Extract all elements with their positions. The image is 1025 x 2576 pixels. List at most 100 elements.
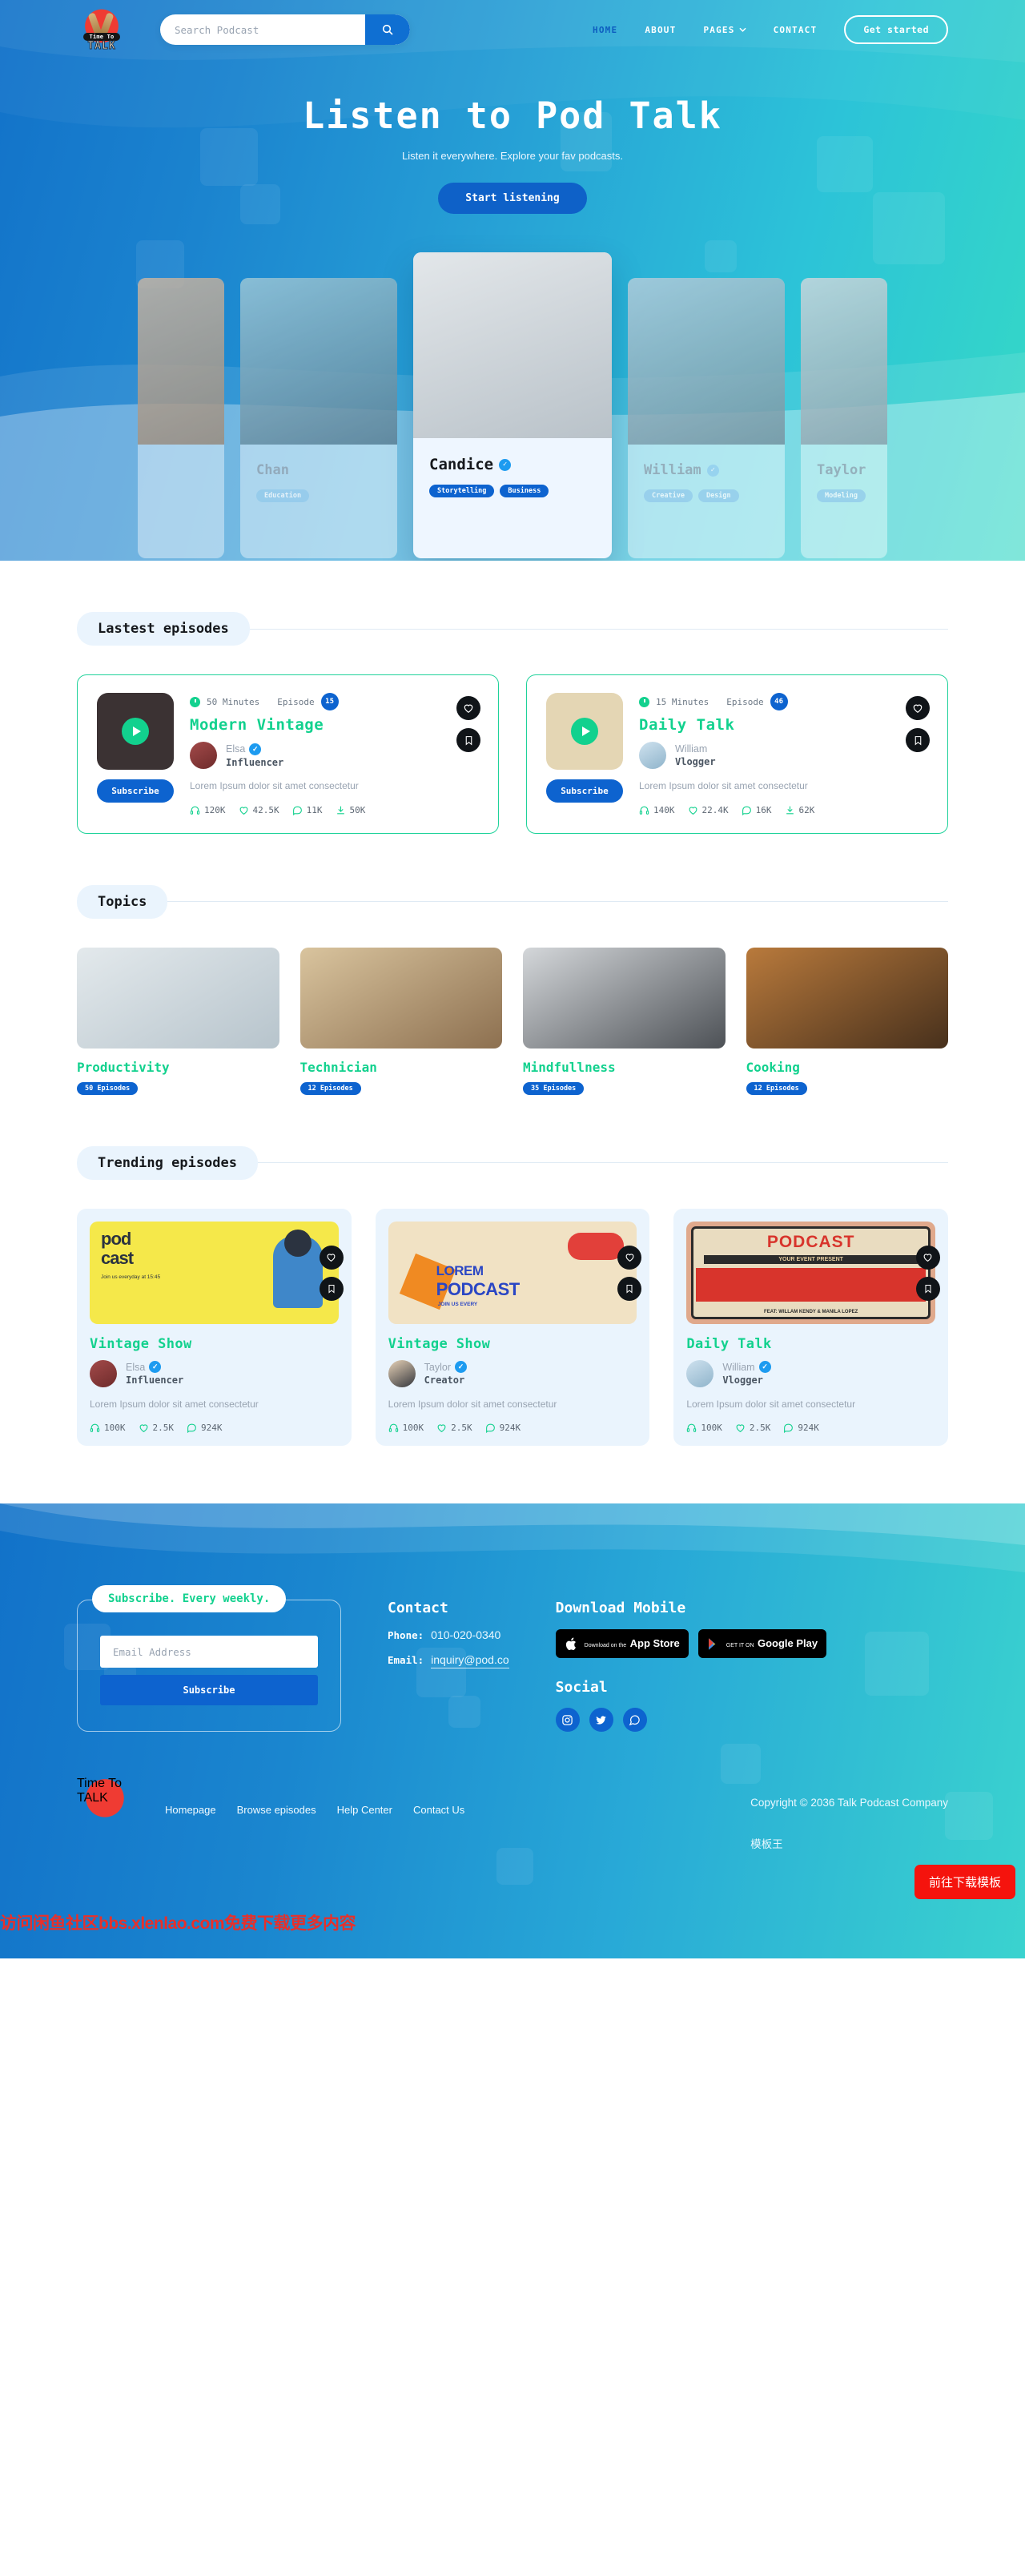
stat-value: 100K [104,1423,126,1434]
newsletter-box: Subscribe. Every weekly. Subscribe [77,1585,341,1733]
bookmark-button[interactable] [456,728,480,752]
heart-icon [924,1254,932,1262]
topic-name: Cooking [746,1059,800,1075]
like-button[interactable] [617,1245,642,1270]
tag[interactable]: Business [500,485,549,497]
episode-label: Episode [277,696,315,707]
like-button[interactable] [319,1245,344,1270]
stat-value: 2.5K [749,1423,771,1434]
trending-title[interactable]: Vintage Show [90,1336,339,1352]
episode-card[interactable]: Subscribe 50 Minutes Episode 15 Modern V… [77,674,499,834]
episode-description: Lorem Ipsum dolor sit amet consectetur [639,780,808,791]
episode-title[interactable]: Modern Vintage [190,716,479,734]
author-role: Influencer [226,756,284,768]
footer-contact-column: Contact Phone: 010-020-0340 Email: inqui… [388,1600,509,1732]
search-bar[interactable] [160,14,410,45]
episode-left: Subscribe [546,693,623,815]
social-twitter[interactable] [589,1708,613,1733]
nav-item-pages[interactable]: PAGES [703,25,746,35]
newsletter-subscribe-button[interactable]: Subscribe [100,1675,318,1706]
logo[interactable]: Time To TALK [77,7,127,53]
trending-card[interactable]: LOREM PODCAST JOIN US EVERY Vintage Show… [375,1208,650,1447]
app-store-button[interactable]: Download on the App Store [555,1629,689,1659]
nav-item-home[interactable]: HOME [593,25,617,35]
podcaster-photo [413,252,612,438]
nav-item-about[interactable]: ABOUT [645,25,676,35]
clock-icon [190,696,200,707]
section-title: Trending episodes [77,1145,258,1180]
trending-card[interactable]: pod cast Join us everyday at 15:45 Vinta… [77,1208,352,1447]
search-button[interactable] [365,14,410,45]
author-name-row: Taylor ✓ [424,1361,467,1374]
podcaster-card-taylor[interactable]: Taylor Modeling [801,278,887,558]
section-header: Lastest episodes [77,612,948,646]
subscribe-button[interactable]: Subscribe [97,779,174,803]
author-name: Elsa [126,1361,146,1373]
topic-card[interactable]: Cooking 12 Episodes [746,947,948,1095]
search-input[interactable] [160,14,365,45]
podcaster-card-william[interactable]: William ✓ Creative Design [628,278,785,558]
stat-value: 924K [798,1423,819,1434]
topic-image [299,947,502,1049]
email-value[interactable]: inquiry@pod.co [431,1653,509,1669]
subscribe-button[interactable]: Subscribe [546,779,623,803]
tag[interactable]: Design [697,489,739,502]
nav-item-contact[interactable]: CONTACT [774,25,818,35]
trending-card[interactable]: PODCAST YOUR EVENT PRESENT FEAT: WILLAM … [673,1208,948,1447]
social-whatsapp[interactable] [622,1708,647,1733]
google-play-button[interactable]: GET IT ON Google Play [697,1629,827,1659]
bookmark-icon [328,1284,335,1294]
bookmark-button[interactable] [915,1276,940,1301]
search-icon [382,24,393,35]
contact-title: Contact [388,1600,448,1617]
phone-value[interactable]: 010-020-0340 [431,1628,500,1641]
episode-description: Lorem Ipsum dolor sit amet consectetur [190,780,359,791]
trending-title[interactable]: Vintage Show [388,1336,637,1352]
bookmark-button[interactable] [319,1276,344,1301]
play-icon[interactable] [571,718,598,745]
social-instagram[interactable] [555,1708,580,1733]
tag[interactable]: Modeling [817,489,866,502]
footer-logo[interactable]: Time To TALK [77,1777,133,1829]
podcaster-card-candice[interactable]: Candice ✓ Storytelling Business [413,252,612,558]
stat-value: 100K [701,1423,722,1434]
episode-card[interactable]: Subscribe 15 Minutes Episode 46 Daily Ta… [526,674,948,834]
topic-card[interactable]: Technician 12 Episodes [299,947,502,1095]
tag[interactable]: Storytelling [429,485,495,497]
download-template-button[interactable]: 前往下载模板 [914,1865,1015,1900]
start-listening-button[interactable]: Start listening [438,183,587,214]
get-started-button[interactable]: Get started [844,15,948,44]
footer-link-contact-us[interactable]: Contact Us [413,1804,464,1816]
footer-link-homepage[interactable]: Homepage [165,1804,216,1816]
tag[interactable]: Creative [644,489,693,502]
episode-artwork [97,693,174,770]
email-input[interactable] [100,1636,318,1668]
heart-icon [913,704,922,713]
stat-value: 16K [755,804,772,815]
episode-author: Elsa ✓ Influencer [190,742,479,769]
bookmark-button[interactable] [617,1276,642,1301]
headphones-icon [687,1423,697,1433]
trending-title[interactable]: Daily Talk [686,1336,935,1352]
stat-likes: 2.5K [436,1423,472,1433]
play-icon[interactable] [122,718,149,745]
footer-link-help-center[interactable]: Help Center [337,1804,392,1816]
like-button[interactable] [906,696,930,720]
footer-link-browse-episodes[interactable]: Browse episodes [237,1804,316,1816]
podcaster-card[interactable] [138,278,224,558]
podcaster-card-chan[interactable]: Chan Education [240,278,397,558]
tag[interactable]: Education [256,489,310,502]
avatar [686,1359,714,1387]
episode-number-badge: 46 [770,693,788,710]
podcaster-photo [138,278,224,445]
trending-grid: pod cast Join us everyday at 15:45 Vinta… [77,1208,948,1447]
verified-badge-icon: ✓ [499,458,512,471]
heart-icon [437,1424,446,1433]
bookmark-button[interactable] [906,728,930,752]
topic-card[interactable]: Productivity 50 Episodes [77,947,279,1095]
like-button[interactable] [456,696,480,720]
google-play-icon [708,1638,716,1650]
like-button[interactable] [915,1245,940,1270]
topic-card[interactable]: Mindfullness 35 Episodes [523,947,726,1095]
episode-title[interactable]: Daily Talk [639,716,928,734]
